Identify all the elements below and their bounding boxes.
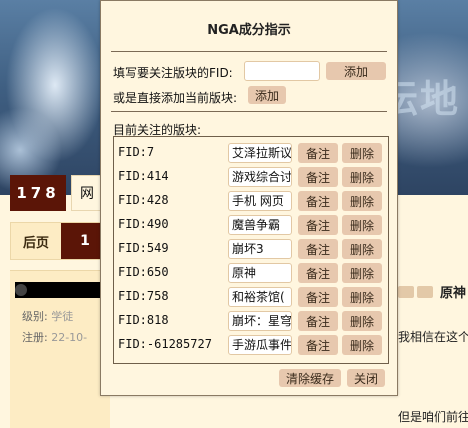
fid-label: FID:758 [118, 289, 169, 303]
reg-value: 22-10- [51, 331, 88, 344]
pager: 后页 1 [10, 222, 110, 260]
remark-button[interactable]: 备注 [298, 143, 338, 163]
remark-field[interactable]: 和裕茶馆( [228, 287, 292, 307]
remark-field[interactable]: 崩坏：星穹 [228, 311, 292, 331]
delete-button[interactable]: 删除 [342, 167, 382, 187]
author-registration: 注册: 22-10- [22, 329, 87, 345]
reg-label: 注册: [22, 331, 48, 344]
remark-field[interactable]: 艾泽拉斯议 [228, 143, 292, 163]
list-item: FID:818 崩坏：星穹 备注 删除 [114, 309, 388, 333]
list-item: FID:414 游戏综合讨 备注 删除 [114, 165, 388, 189]
post-text-line: 但是咱们前往 [398, 410, 468, 424]
post-title: 原神 [440, 286, 467, 301]
current-forum-prompt-label: 或是直接添加当前版块: [113, 91, 238, 105]
thumbs-up-icon[interactable] [398, 285, 414, 298]
remark-field[interactable]: 手游瓜事件 [228, 335, 292, 355]
delete-button[interactable]: 删除 [342, 191, 382, 211]
remark-field[interactable]: 崩坏3 [228, 239, 292, 259]
list-item: FID:549 崩坏3 备注 删除 [114, 237, 388, 261]
post-content: 原神 我相信在这个 但是咱们前往 [398, 270, 468, 428]
fid-label: FID:549 [118, 241, 169, 255]
fid-label: FID:414 [118, 169, 169, 183]
author-level: 级别: 学徒 [22, 308, 73, 324]
remark-button[interactable]: 备注 [298, 335, 338, 355]
level-value: 学徒 [51, 310, 74, 323]
delete-button[interactable]: 删除 [342, 287, 382, 307]
remark-button[interactable]: 备注 [298, 191, 338, 211]
fid-label: FID:818 [118, 313, 169, 327]
followed-forums-list: FID:7 艾泽拉斯议 备注 删除 FID:414 游戏综合讨 备注 删除 FI… [113, 136, 389, 364]
delete-button[interactable]: 删除 [342, 311, 382, 331]
delete-button[interactable]: 删除 [342, 215, 382, 235]
remark-button[interactable]: 备注 [298, 239, 338, 259]
fid-label: FID:490 [118, 217, 169, 231]
delete-button[interactable]: 删除 [342, 263, 382, 283]
post-author-panel: 级别: 学徒 注册: 22-10- [10, 270, 110, 428]
dialog-title: NGA成分指示 [207, 23, 291, 38]
nga-component-dialog: NGA成分指示 填写要关注版块的FID: 添加 或是直接添加当前版块: 添加 目… [100, 0, 398, 396]
fid-label: FID:428 [118, 193, 169, 207]
delete-button[interactable]: 删除 [342, 239, 382, 259]
list-item: FID:758 和裕茶馆( 备注 删除 [114, 285, 388, 309]
delete-button[interactable]: 删除 [342, 143, 382, 163]
close-button[interactable]: 关闭 [347, 369, 385, 387]
post-header: 原神 [398, 282, 466, 301]
author-name-redacted[interactable] [15, 282, 110, 298]
remark-button[interactable]: 备注 [298, 167, 338, 187]
remark-button[interactable]: 备注 [298, 311, 338, 331]
remark-button[interactable]: 备注 [298, 215, 338, 235]
fid-label: FID:650 [118, 265, 169, 279]
add-fid-button[interactable]: 添加 [326, 62, 386, 80]
clear-cache-button[interactable]: 清除缓存 [279, 369, 341, 387]
fid-prompt-label: 填写要关注版块的FID: [113, 66, 233, 80]
divider [111, 51, 387, 52]
post-text-line: 我相信在这个 [398, 330, 468, 344]
fid-label: FID:-61285727 [118, 337, 212, 351]
add-current-forum-button[interactable]: 添加 [248, 86, 286, 104]
list-item: FID:7 艾泽拉斯议 备注 删除 [114, 141, 388, 165]
remark-field[interactable]: 原神 [228, 263, 292, 283]
thumbs-down-icon[interactable] [417, 285, 433, 298]
remark-field[interactable]: 游戏综合讨 [228, 167, 292, 187]
site-logo[interactable]: 178 [10, 175, 66, 211]
delete-button[interactable]: 删除 [342, 335, 382, 355]
pager-back-button[interactable]: 后页 [11, 223, 61, 259]
list-item: FID:650 原神 备注 删除 [114, 261, 388, 285]
remark-button[interactable]: 备注 [298, 263, 338, 283]
fid-input[interactable] [244, 61, 320, 81]
remark-field[interactable]: 手机 网页 [228, 191, 292, 211]
fid-label: FID:7 [118, 145, 155, 159]
list-item: FID:-61285727 手游瓜事件 备注 删除 [114, 333, 388, 357]
list-item: FID:428 手机 网页 备注 删除 [114, 189, 388, 213]
remark-button[interactable]: 备注 [298, 287, 338, 307]
divider [111, 111, 387, 112]
list-item: FID:490 魔兽争霸 备注 删除 [114, 213, 388, 237]
remark-field[interactable]: 魔兽争霸 [228, 215, 292, 235]
level-label: 级别: [22, 310, 48, 323]
